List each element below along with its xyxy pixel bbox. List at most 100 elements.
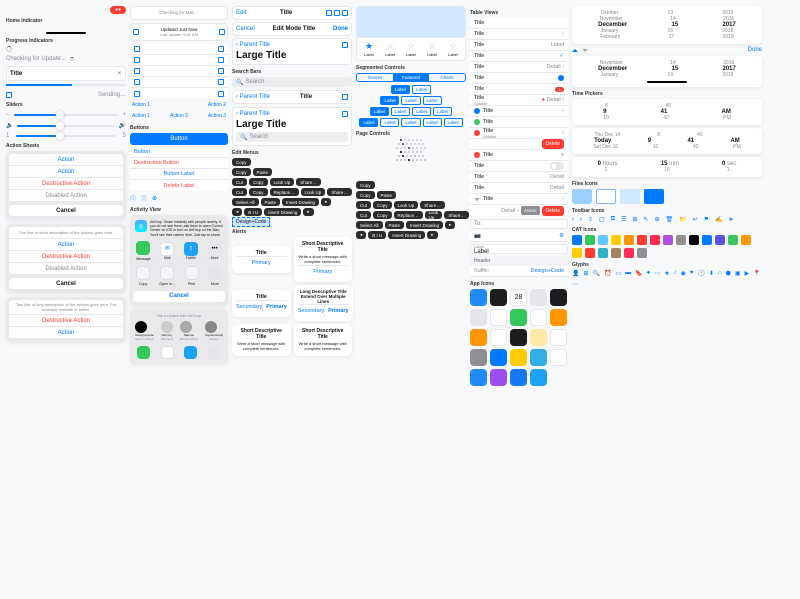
trash-icon[interactable]: 🗑 <box>665 216 673 223</box>
color-swatch[interactable] <box>650 235 660 245</box>
table-row[interactable]: Title› <box>470 194 568 205</box>
table-row[interactable]: TitleDetail <box>470 172 568 183</box>
star-filled-icon[interactable]: ★ <box>365 41 373 52</box>
color-swatch[interactable] <box>624 248 634 258</box>
destructive-action-button[interactable]: Destructive Action <box>9 178 123 190</box>
camera-icon[interactable]: 📷 <box>474 233 481 239</box>
button-row[interactable]: Button <box>130 147 228 158</box>
menu-paste[interactable]: Paste <box>253 168 273 176</box>
menu-more[interactable]: ▸ <box>427 231 437 239</box>
back-icon[interactable]: ‹ <box>572 217 574 223</box>
star-empty-icon[interactable]: ☆ <box>407 41 415 52</box>
action-link[interactable]: Action 2 <box>170 113 188 119</box>
chip[interactable]: Label <box>433 107 452 116</box>
close-icon[interactable]: ✕ <box>117 70 122 77</box>
table-row[interactable]: TitleSubtitle● Detail › <box>470 95 568 106</box>
countdown-picker[interactable]: 0 hours15 min0 sec 1161 <box>572 157 762 177</box>
openin-action-icon[interactable] <box>160 266 174 280</box>
twitter-app-icon[interactable] <box>184 346 197 359</box>
grid-icon[interactable]: ⊞ <box>632 216 637 223</box>
person-avatar[interactable] <box>161 321 173 333</box>
checkbox[interactable] <box>218 68 224 74</box>
tips-app-icon[interactable] <box>510 349 527 366</box>
menu-cut[interactable]: Cut <box>356 211 371 219</box>
checkbox[interactable] <box>218 46 224 52</box>
color-swatch[interactable] <box>598 248 608 258</box>
chip[interactable]: Label <box>359 118 378 127</box>
menu-insert-drawing[interactable]: Insert Drawing <box>388 231 425 239</box>
checkbox[interactable] <box>334 10 340 16</box>
menu-copy[interactable]: Copy <box>249 178 268 186</box>
flag-icon[interactable]: ⚑ <box>704 216 709 223</box>
action-button[interactable]: Action <box>9 239 123 251</box>
info-icon[interactable]: ⓘ <box>130 194 136 203</box>
back-button[interactable]: ‹ Parent Title <box>236 42 270 48</box>
checkbox[interactable] <box>133 29 139 35</box>
delete-button[interactable]: Delete <box>542 139 564 149</box>
checkbox[interactable] <box>342 94 348 100</box>
checkbox[interactable] <box>342 111 348 117</box>
copy-action-icon[interactable] <box>136 266 150 280</box>
alert-primary-button[interactable]: Primary <box>236 256 287 269</box>
chip[interactable]: Label <box>412 107 431 116</box>
menu-copy[interactable]: Copy <box>356 191 375 199</box>
reply-icon[interactable]: ↩ <box>693 216 698 223</box>
action-link[interactable]: Action 1 <box>132 113 150 119</box>
action-button[interactable]: Action <box>9 166 123 178</box>
contacts-app-icon[interactable] <box>470 309 487 326</box>
cancel-button[interactable]: Cancel <box>9 278 123 290</box>
segment[interactable]: Charts <box>429 74 465 81</box>
menu-paste[interactable]: Paste <box>385 221 405 229</box>
datetime-picker[interactable]: Thu Dec 14840 Today941AM Sat Dec 161042P… <box>572 128 762 154</box>
chevron-down-icon[interactable] <box>474 198 480 201</box>
color-swatch[interactable] <box>624 235 634 245</box>
chip[interactable]: Label <box>370 107 389 116</box>
color-swatch[interactable] <box>715 235 725 245</box>
compose-icon[interactable]: ✍ <box>715 216 722 223</box>
color-swatch[interactable] <box>611 235 621 245</box>
date-picker[interactable]: November142016 December152017 January162… <box>572 56 762 87</box>
table-row[interactable]: − Title≡ <box>470 150 568 161</box>
segment-active[interactable]: Featured <box>393 74 429 81</box>
clock-app-icon[interactable] <box>550 289 567 306</box>
checkbox[interactable] <box>342 42 348 48</box>
info-icon[interactable]: ⓘ <box>141 194 147 203</box>
facebook-app-icon[interactable] <box>510 369 527 386</box>
checkbox[interactable] <box>326 10 332 16</box>
twitter-app-icon[interactable]: t <box>184 242 198 256</box>
twitter-app-icon[interactable] <box>530 369 547 386</box>
checkbox[interactable] <box>134 91 140 97</box>
menu-cut[interactable]: Cut <box>232 178 247 186</box>
destructive-action-button[interactable]: Destructive Action <box>9 251 123 263</box>
menu-lookup[interactable]: Look Up <box>394 201 419 209</box>
color-swatch[interactable] <box>598 235 608 245</box>
edit-button[interactable]: Edit <box>236 10 246 16</box>
list-icon[interactable]: ☰ <box>621 216 626 223</box>
message-app-icon[interactable] <box>136 241 150 255</box>
share-icon[interactable]: ⇪ <box>588 216 593 223</box>
alert-primary-button[interactable]: Primary <box>266 301 287 313</box>
menu-replace[interactable]: Replace… <box>394 211 423 219</box>
table-row[interactable]: Title <box>470 18 568 29</box>
chip[interactable]: Label <box>444 118 463 127</box>
alert-primary-button[interactable]: Primary <box>328 305 349 317</box>
chip[interactable]: Label <box>401 96 420 105</box>
send-icon[interactable]: ➤ <box>729 216 734 223</box>
notes-app-icon[interactable] <box>530 329 547 346</box>
search-input[interactable]: 🔍Search <box>236 132 348 142</box>
label-field[interactable]: LabelLabel <box>470 244 568 254</box>
color-swatch[interactable] <box>689 235 699 245</box>
menu-copy[interactable]: Copy <box>249 188 268 196</box>
action-link[interactable]: Action 3 <box>208 113 226 119</box>
tabs-icon[interactable]: ⧉ <box>611 216 615 223</box>
done-button[interactable]: Done <box>748 47 762 53</box>
button-label-row[interactable]: Button Label <box>130 169 228 180</box>
star-empty-icon[interactable]: ☆ <box>449 41 457 52</box>
wallet-app-icon[interactable] <box>510 329 527 346</box>
back-button[interactable]: ‹ Parent Title <box>236 94 270 100</box>
slider[interactable] <box>17 125 114 127</box>
menu-prev[interactable]: ◂ <box>356 231 366 239</box>
menu-paste[interactable]: Paste <box>261 198 281 206</box>
to-field[interactable]: To: <box>470 219 568 229</box>
page-control-squares[interactable] <box>356 155 466 157</box>
